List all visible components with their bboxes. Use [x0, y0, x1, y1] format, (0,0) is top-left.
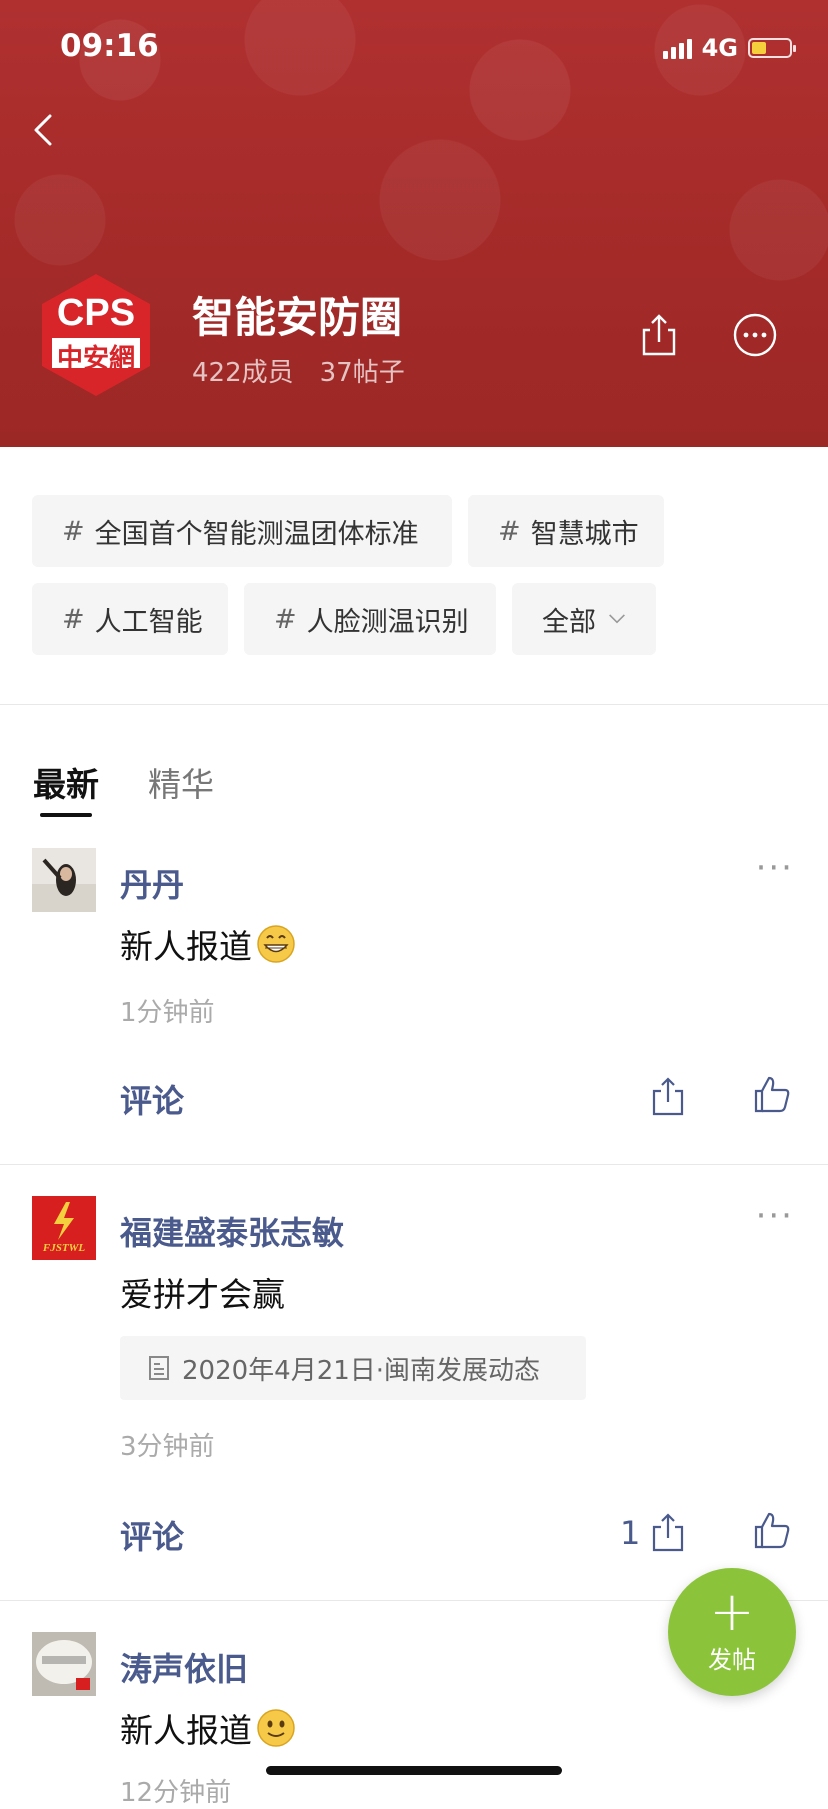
battery-icon — [748, 38, 796, 58]
more-circle-icon[interactable] — [732, 312, 778, 358]
group-logo: CPS 中安網 — [36, 270, 156, 400]
plus-icon: + — [709, 1579, 755, 1643]
post-divider — [0, 1164, 828, 1165]
avatar[interactable]: FJSTWL — [32, 1196, 96, 1260]
thumbs-up-icon[interactable] — [752, 1510, 792, 1550]
post-author[interactable]: 福建盛泰张志敏 — [120, 1208, 344, 1254]
logo-text-top: CPS — [56, 292, 136, 334]
post-content: 爱拼才会赢 — [120, 1268, 285, 1316]
tag-label: 人脸测温识别 — [306, 606, 469, 638]
group-stats: 422成员 37帖子 — [192, 352, 431, 389]
home-indicator[interactable] — [266, 1766, 562, 1775]
tab-featured[interactable]: 精华 — [148, 758, 214, 806]
link-card[interactable]: 2020年4月21日·闽南发展动态 — [120, 1336, 586, 1400]
hash-symbol: # — [62, 603, 85, 635]
status-time: 09:16 — [60, 28, 159, 64]
post-count: 37帖子 — [319, 358, 405, 388]
back-arrow-icon[interactable] — [30, 110, 60, 150]
thumbs-up-icon[interactable] — [752, 1074, 792, 1114]
new-post-button[interactable]: + 发帖 — [668, 1568, 796, 1696]
post-author[interactable]: 丹丹 — [120, 860, 184, 906]
group-title: 智能安防圈 — [192, 293, 403, 342]
tag-label: 人工智能 — [94, 606, 203, 638]
tab-latest[interactable]: 最新 — [33, 758, 99, 806]
network-type: 4G — [701, 34, 738, 62]
avatar[interactable] — [32, 1632, 96, 1696]
post-time: 3分钟前 — [120, 1432, 215, 1462]
all-tags-button[interactable]: 全部 — [512, 583, 656, 655]
logo-text-bottom: 中安網 — [56, 344, 135, 374]
topic-tag[interactable]: # 人脸测温识别 — [244, 583, 496, 655]
post-item: FJSTWL 福建盛泰张志敏 ··· 爱拼才会赢 2020年4月21日·闽南发展… — [0, 1196, 828, 1600]
link-card-title: 2020年4月21日·闽南发展动态 — [182, 1355, 541, 1386]
post-text: 新人报道 — [120, 927, 252, 966]
comment-button[interactable]: 评论 — [120, 1076, 184, 1122]
tag-label: 全国首个智能测温团体标准 — [94, 518, 419, 550]
share-icon[interactable] — [636, 312, 682, 358]
smile-emoji-icon — [257, 1709, 295, 1747]
new-post-label: 发帖 — [708, 1645, 756, 1674]
signal-icon — [662, 37, 692, 59]
comment-button[interactable]: 评论 — [120, 1512, 184, 1558]
topic-tag[interactable]: # 全国首个智能测温团体标准 — [32, 495, 452, 567]
chevron-down-icon — [609, 614, 625, 624]
member-count: 422成员 — [192, 358, 294, 388]
status-indicators: 4G — [662, 34, 796, 62]
grin-emoji-icon — [257, 925, 295, 963]
share-count: 1 — [620, 1514, 641, 1552]
ellipsis-icon[interactable]: ··· — [756, 848, 794, 888]
share-icon[interactable] — [648, 1512, 688, 1552]
post-item: 丹丹 ··· 新人报道 1分钟前 评论 — [0, 848, 828, 1164]
tag-label: 智慧城市 — [530, 518, 639, 550]
post-author[interactable]: 涛声依旧 — [120, 1644, 248, 1690]
tag-label: 全部 — [542, 606, 596, 638]
topic-tag[interactable]: # 智慧城市 — [468, 495, 664, 567]
share-icon[interactable] — [648, 1076, 688, 1116]
avatar[interactable] — [32, 848, 96, 912]
ellipsis-icon[interactable]: ··· — [756, 1196, 794, 1236]
topic-tag[interactable]: # 人工智能 — [32, 583, 228, 655]
hash-symbol: # — [62, 515, 85, 547]
post-time: 1分钟前 — [120, 998, 215, 1028]
section-divider — [0, 704, 828, 705]
avatar-text: FJSTWL — [42, 1242, 86, 1254]
hash-symbol: # — [274, 603, 297, 635]
hash-symbol: # — [498, 515, 521, 547]
post-time: 12分钟前 — [120, 1778, 232, 1808]
document-icon — [149, 1356, 169, 1380]
post-content: 新人报道 — [120, 920, 296, 968]
active-tab-indicator — [40, 813, 92, 817]
post-content: 新人报道 — [120, 1704, 296, 1752]
post-text: 新人报道 — [120, 1711, 252, 1750]
post-text: 爱拼才会赢 — [120, 1275, 285, 1314]
group-header: 09:16 4G CPS 中安網 智能安防圈 422成员 37帖子 — [0, 0, 828, 447]
